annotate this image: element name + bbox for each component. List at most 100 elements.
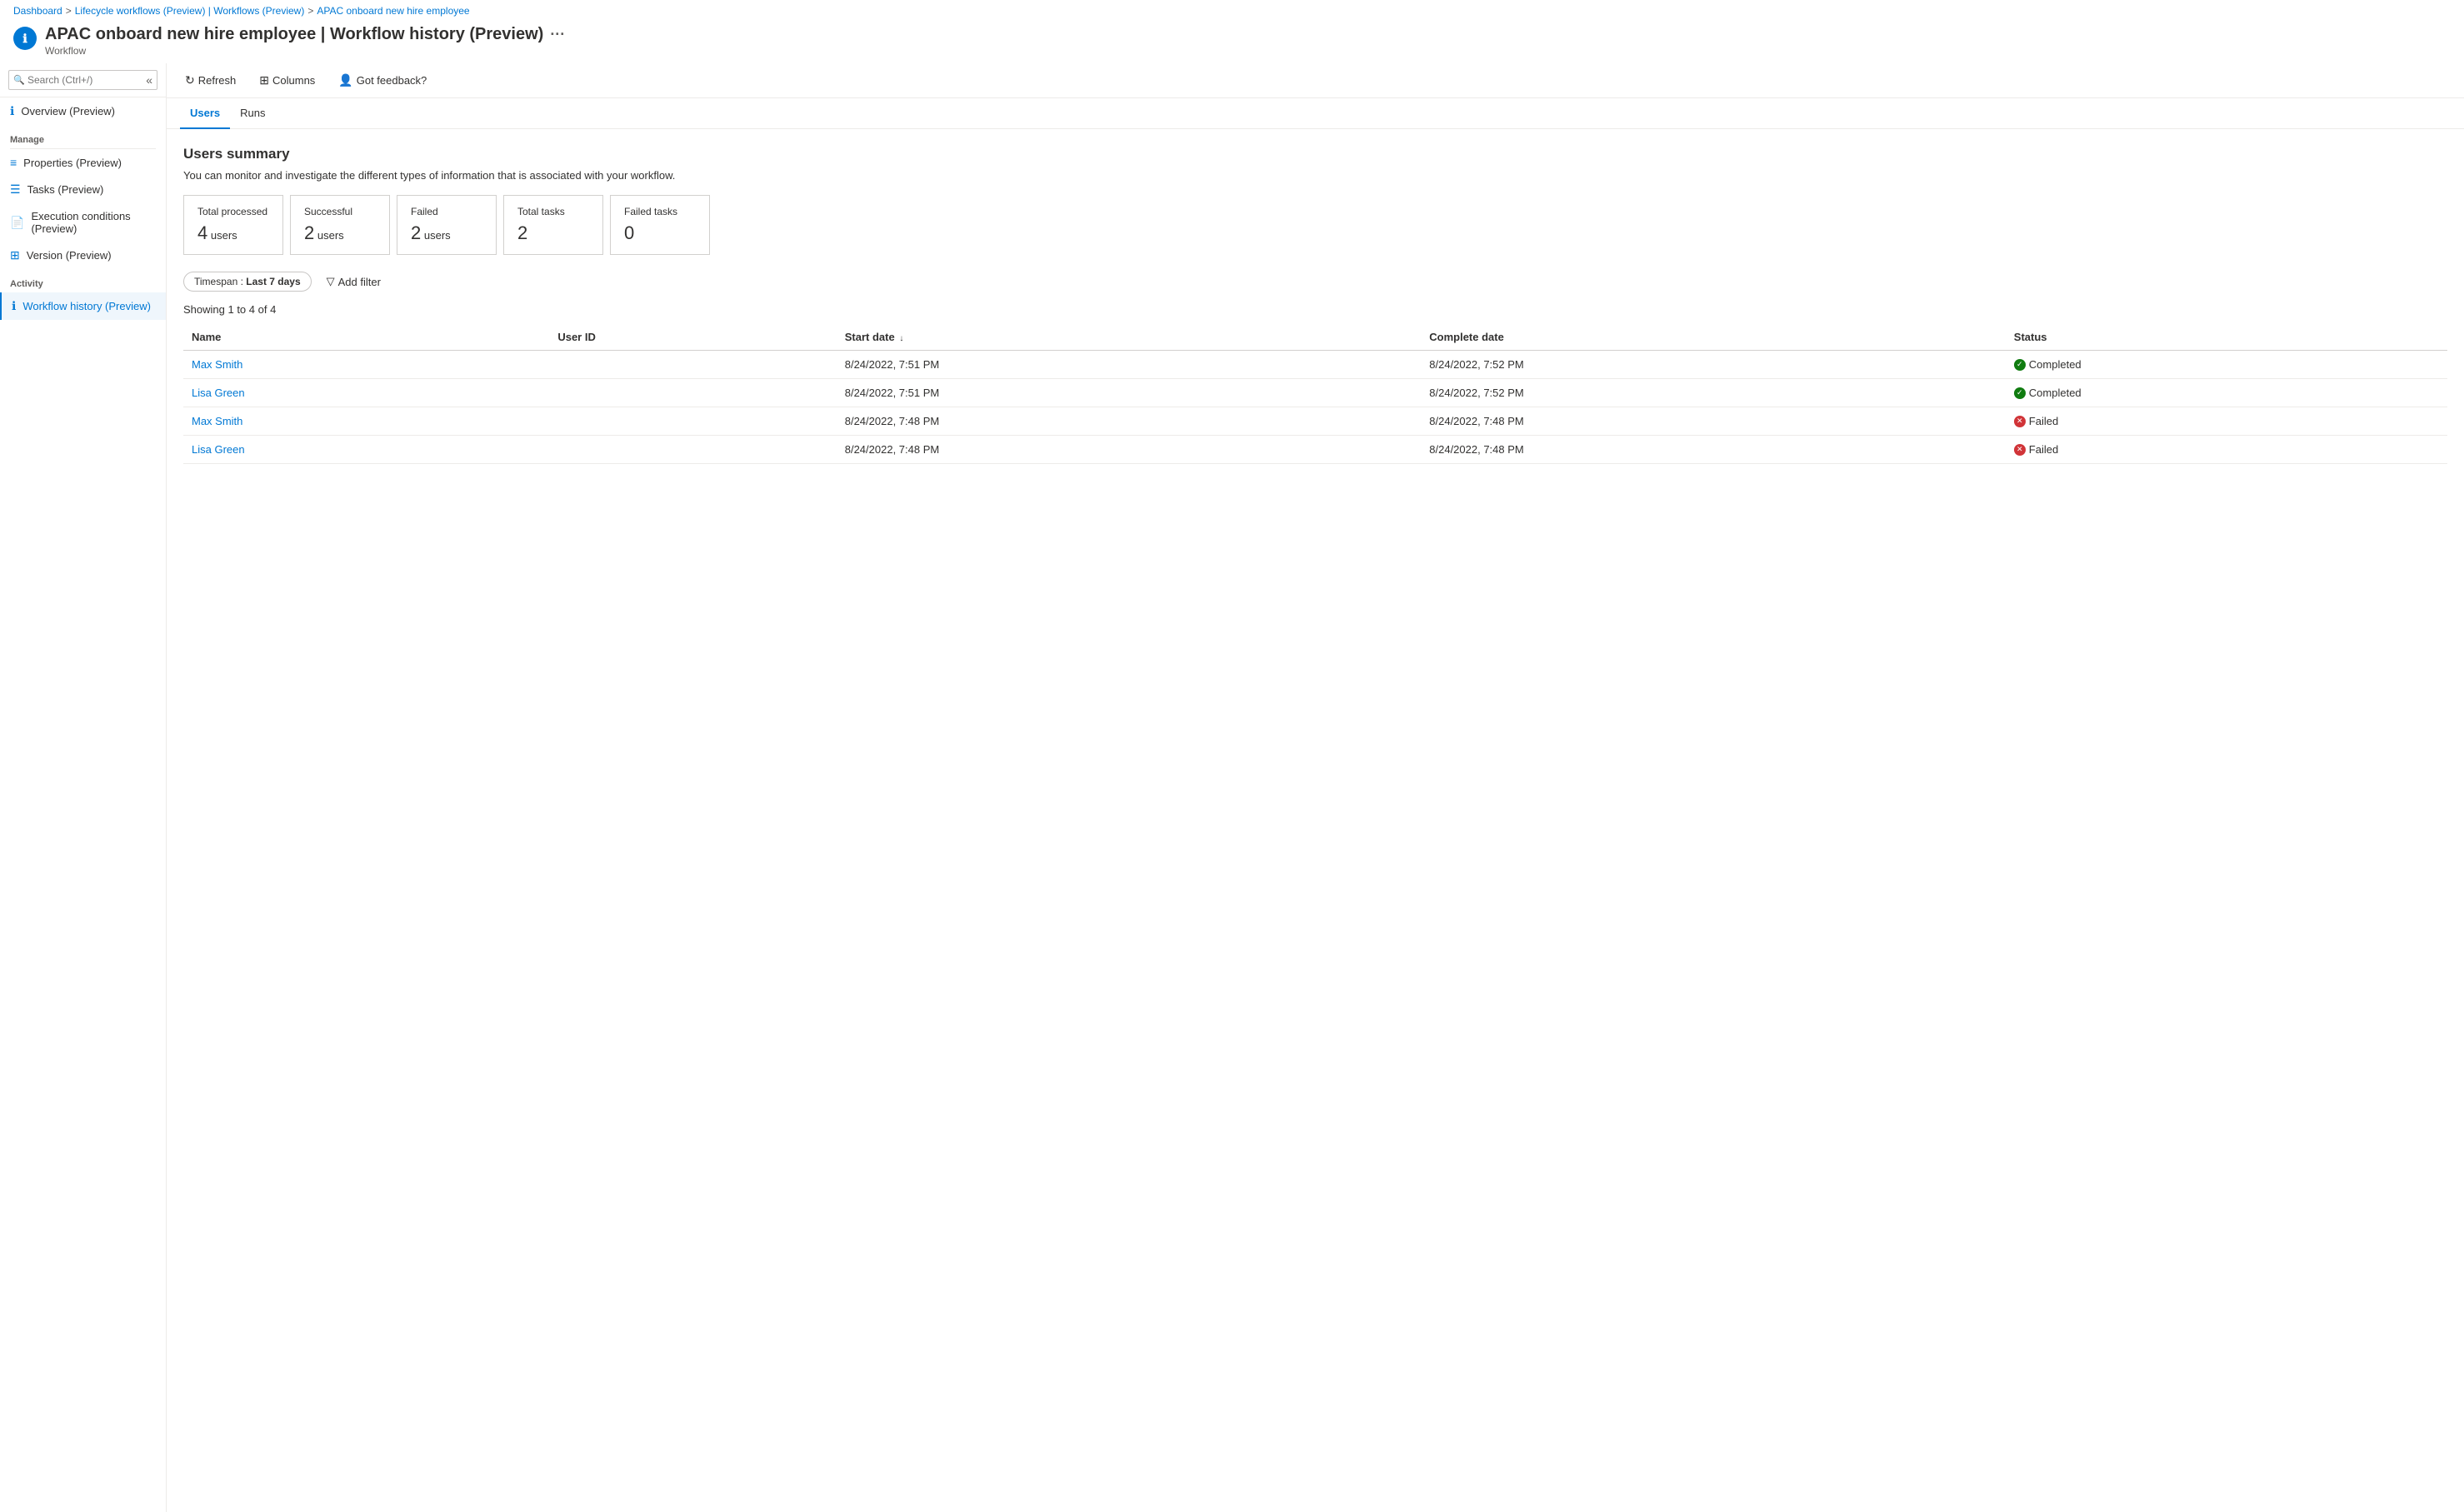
version-icon: ⊞ — [10, 248, 20, 262]
page-subtitle: Workflow — [45, 45, 565, 57]
section-title: Users summary — [183, 146, 2447, 162]
breadcrumb-dashboard[interactable]: Dashboard — [13, 5, 62, 17]
user-name-link[interactable]: Max Smith — [192, 415, 242, 427]
col-user-id[interactable]: User ID — [549, 324, 836, 351]
filters: Timespan : Last 7 days ▽ Add filter — [183, 272, 2447, 292]
tabs: Users Runs — [167, 98, 2464, 129]
card-failed-tasks-title: Failed tasks — [624, 206, 696, 217]
user-name-link[interactable]: Lisa Green — [192, 387, 245, 399]
card-total-processed-value: 4 users — [197, 222, 269, 244]
cell-complete-date: 8/24/2022, 7:52 PM — [1421, 379, 2006, 407]
user-name-link[interactable]: Lisa Green — [192, 443, 245, 456]
card-total-processed-title: Total processed — [197, 206, 269, 217]
refresh-icon: ↻ — [185, 73, 195, 87]
sidebar-item-execution[interactable]: 📄 Execution conditions (Preview) — [0, 203, 166, 242]
completed-icon: ✓ — [2014, 359, 2026, 371]
col-complete-date[interactable]: Complete date — [1421, 324, 2006, 351]
status-label: Failed — [2029, 415, 2058, 427]
cell-user-id — [549, 407, 836, 436]
card-failed-title: Failed — [411, 206, 482, 217]
sort-arrow: ↓ — [899, 334, 903, 343]
tab-runs[interactable]: Runs — [230, 98, 275, 129]
collapse-sidebar-button[interactable]: « — [146, 73, 152, 87]
cell-start-date: 8/24/2022, 7:48 PM — [837, 407, 1422, 436]
columns-button[interactable]: ⊞ Columns — [254, 70, 320, 91]
sidebar-execution-label: Execution conditions (Preview) — [31, 210, 156, 235]
sidebar-manage-section: Manage — [0, 125, 166, 148]
info-icon: ℹ — [10, 104, 14, 118]
table-row: Max Smith8/24/2022, 7:48 PM8/24/2022, 7:… — [183, 407, 2447, 436]
sidebar: 🔍 « ℹ Overview (Preview) Manage ≡ Proper… — [0, 63, 167, 1512]
cell-start-date: 8/24/2022, 7:51 PM — [837, 379, 1422, 407]
breadcrumb-apac[interactable]: APAC onboard new hire employee — [317, 5, 469, 17]
feedback-button[interactable]: 👤 Got feedback? — [333, 70, 432, 91]
sidebar-item-properties[interactable]: ≡ Properties (Preview) — [0, 149, 166, 176]
timespan-label: Timespan — [194, 276, 237, 287]
timespan-filter[interactable]: Timespan : Last 7 days — [183, 272, 312, 292]
cell-name: Max Smith — [183, 407, 549, 436]
feedback-icon: 👤 — [338, 73, 352, 87]
breadcrumb-lifecycle[interactable]: Lifecycle workflows (Preview) | Workflow… — [75, 5, 305, 17]
filter-icon: ▽ — [327, 275, 335, 288]
sidebar-search-wrapper: 🔍 « — [8, 70, 157, 90]
col-start-date[interactable]: Start date ↓ — [837, 324, 1422, 351]
cell-status: ✕Failed — [2006, 407, 2447, 436]
timespan-value: Last 7 days — [246, 276, 300, 287]
breadcrumb-sep-2: > — [307, 5, 313, 17]
sidebar-item-tasks[interactable]: ☰ Tasks (Preview) — [0, 176, 166, 203]
refresh-button[interactable]: ↻ Refresh — [180, 70, 241, 91]
sidebar-item-version[interactable]: ⊞ Version (Preview) — [0, 242, 166, 269]
sidebar-properties-label: Properties (Preview) — [23, 157, 122, 169]
tab-users[interactable]: Users — [180, 98, 230, 129]
sidebar-activity-section: Activity — [0, 269, 166, 292]
workflow-history-icon: ℹ — [12, 299, 16, 313]
card-failed-value: 2 users — [411, 222, 482, 244]
page-header-text: APAC onboard new hire employee | Workflo… — [45, 25, 565, 57]
sidebar-item-workflow-history[interactable]: ℹ Workflow history (Preview) — [0, 292, 166, 320]
card-total-tasks-title: Total tasks — [517, 206, 589, 217]
card-failed: Failed 2 users — [397, 195, 497, 255]
execution-icon: 📄 — [10, 216, 24, 230]
cell-status: ✓Completed — [2006, 379, 2447, 407]
sidebar-workflow-history-label: Workflow history (Preview) — [22, 300, 151, 312]
cell-status: ✕Failed — [2006, 436, 2447, 464]
col-name[interactable]: Name — [183, 324, 549, 351]
cell-start-date: 8/24/2022, 7:48 PM — [837, 436, 1422, 464]
table-row: Lisa Green 8/24/2022, 7:48 PM8/24/2022, 7… — [183, 436, 2447, 464]
page-title: APAC onboard new hire employee | Workflo… — [45, 25, 565, 44]
card-successful-value: 2 users — [304, 222, 376, 244]
showing-count: Showing 1 to 4 of 4 — [183, 303, 2447, 316]
cell-start-date: 8/24/2022, 7:51 PM — [837, 351, 1422, 379]
toolbar: ↻ Refresh ⊞ Columns 👤 Got feedback? — [167, 63, 2464, 98]
card-successful-title: Successful — [304, 206, 376, 217]
status-label: Completed — [2029, 358, 2082, 371]
card-failed-tasks-value: 0 — [624, 222, 696, 244]
card-total-tasks-value: 2 — [517, 222, 589, 244]
cell-complete-date: 8/24/2022, 7:52 PM — [1421, 351, 2006, 379]
columns-icon: ⊞ — [259, 73, 269, 87]
page-header-icon: ℹ — [13, 27, 37, 50]
sidebar-version-label: Version (Preview) — [27, 249, 112, 262]
breadcrumb: Dashboard > Lifecycle workflows (Preview… — [0, 0, 2464, 22]
table-row: Max Smith 8/24/2022, 7:51 PM8/24/2022, 7:… — [183, 351, 2447, 379]
failed-icon: ✕ — [2014, 416, 2026, 427]
card-total-processed: Total processed 4 users — [183, 195, 283, 255]
page-header: ℹ APAC onboard new hire employee | Workf… — [0, 22, 2464, 63]
status-label: Failed — [2029, 443, 2058, 456]
card-total-tasks: Total tasks 2 — [503, 195, 603, 255]
cell-status: ✓Completed — [2006, 351, 2447, 379]
user-name-link[interactable]: Max Smith — [192, 358, 242, 371]
page-ellipsis-menu[interactable]: ··· — [550, 26, 565, 43]
inner-content: Users summary You can monitor and invest… — [167, 129, 2464, 1512]
sidebar-item-overview[interactable]: ℹ Overview (Preview) — [0, 97, 166, 125]
cell-complete-date: 8/24/2022, 7:48 PM — [1421, 436, 2006, 464]
search-input[interactable] — [8, 70, 157, 90]
summary-cards: Total processed 4 users Successful 2 use… — [183, 195, 2447, 255]
sidebar-overview-label: Overview (Preview) — [21, 105, 115, 117]
card-failed-tasks: Failed tasks 0 — [610, 195, 710, 255]
search-icon: 🔍 — [13, 75, 25, 86]
col-status[interactable]: Status — [2006, 324, 2447, 351]
add-filter-button[interactable]: ▽ Add filter — [320, 272, 387, 292]
table-row: Lisa Green 8/24/2022, 7:51 PM8/24/2022, 7… — [183, 379, 2447, 407]
sidebar-tasks-label: Tasks (Preview) — [27, 183, 104, 196]
